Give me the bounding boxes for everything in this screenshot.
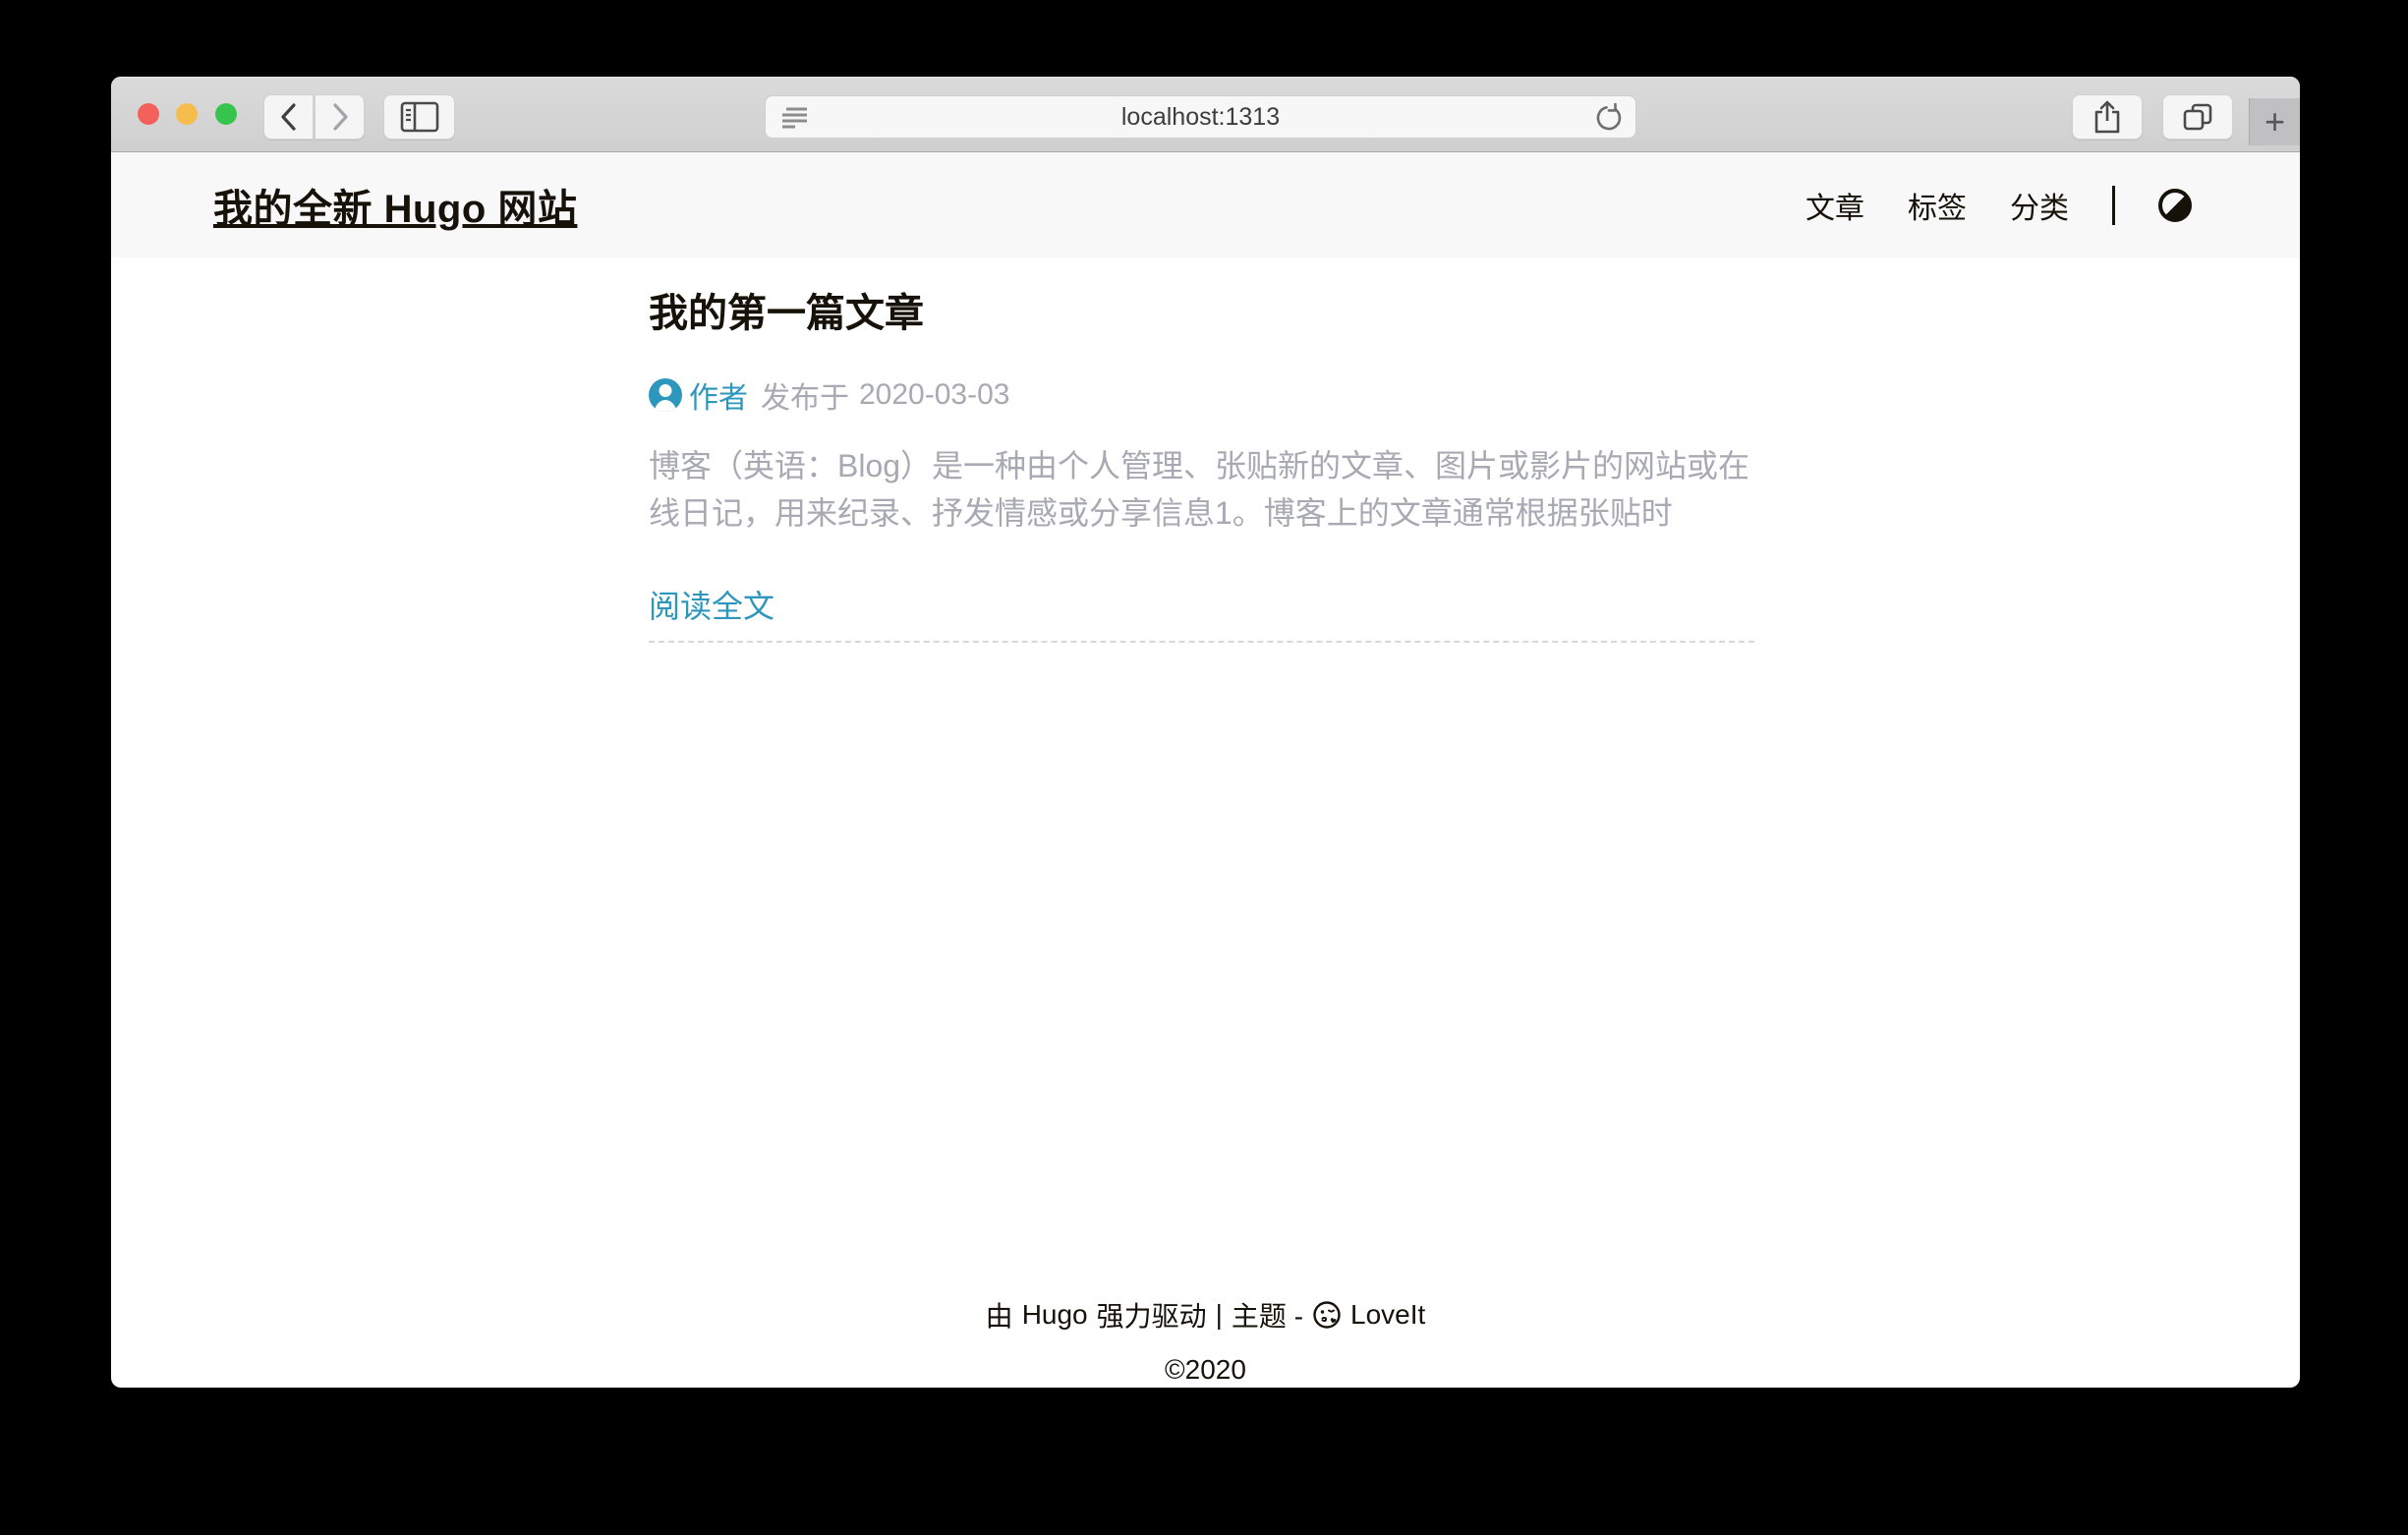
- minimize-window-button[interactable]: [176, 103, 198, 125]
- nav-item-posts[interactable]: 文章: [1806, 184, 1864, 227]
- share-icon: [2093, 99, 2122, 135]
- site-header: 我的全新 Hugo 网站 文章 标签 分类: [111, 152, 2300, 257]
- site-title-link[interactable]: 我的全新 Hugo 网站: [213, 177, 577, 234]
- post-summary: 我的第一篇文章 作者 发布于 2020-03-03 博客（英语：Blog）是一种…: [649, 291, 1754, 643]
- tabs-icon: [2181, 101, 2214, 133]
- powered-suffix: 强力驱动: [1097, 1295, 1207, 1335]
- new-tab-button[interactable]: +: [2249, 98, 2300, 145]
- forward-button[interactable]: [315, 94, 365, 140]
- copyright-line: ©2020: [111, 1354, 2300, 1386]
- zoom-window-button[interactable]: [215, 103, 237, 125]
- post-meta: 作者 发布于 2020-03-03: [649, 373, 1754, 417]
- kiss-face-icon: [1312, 1300, 1342, 1330]
- powered-prefix: 由: [986, 1295, 1013, 1335]
- chevron-right-icon: [329, 102, 351, 132]
- published-prefix: 发布于: [761, 373, 849, 417]
- publish-date: 2020-03-03: [859, 378, 1009, 412]
- back-button[interactable]: [263, 94, 314, 140]
- reader-icon[interactable]: [779, 104, 811, 132]
- theme-toggle-icon[interactable]: [2158, 189, 2192, 222]
- theme-label: 主题 -: [1232, 1295, 1303, 1335]
- footer-powered-line: 由 Hugo 强力驱动 | 主题 - LoveIt: [111, 1295, 2300, 1335]
- nav-item-tags[interactable]: 标签: [1908, 184, 1967, 227]
- url-text: localhost:1313: [1121, 103, 1280, 132]
- author-link[interactable]: 作者: [689, 373, 748, 417]
- plus-icon: +: [2265, 101, 2285, 142]
- hugo-link[interactable]: Hugo: [1022, 1299, 1088, 1331]
- site-footer: 由 Hugo 强力驱动 | 主题 - LoveIt ©2020: [111, 1295, 2300, 1386]
- user-circle-icon: [649, 378, 682, 412]
- browser-window: localhost:1313: [111, 77, 2300, 1388]
- post-title-link[interactable]: 我的第一篇文章: [649, 291, 1754, 336]
- sidebar-icon: [400, 101, 439, 133]
- chevron-left-icon: [278, 102, 300, 132]
- read-more-link[interactable]: 阅读全文: [649, 582, 774, 627]
- tab-overview-button[interactable]: [2162, 94, 2233, 140]
- browser-toolbar: localhost:1313: [111, 77, 2300, 152]
- post-divider: [649, 641, 1754, 643]
- address-bar[interactable]: localhost:1313: [765, 95, 1636, 139]
- nav-divider: [2112, 186, 2115, 225]
- theme-link[interactable]: LoveIt: [1350, 1299, 1425, 1331]
- main-nav: 文章 标签 分类: [1806, 184, 2192, 227]
- post-summary-text: 博客（英语：Blog）是一种由个人管理、张贴新的文章、图片或影片的网站或在线日记…: [649, 442, 1754, 537]
- nav-item-categories[interactable]: 分类: [2010, 184, 2069, 227]
- sidebar-button[interactable]: [383, 94, 455, 140]
- close-window-button[interactable]: [138, 103, 159, 125]
- footer-separator: |: [1216, 1299, 1223, 1331]
- share-button[interactable]: [2072, 94, 2143, 140]
- reload-button[interactable]: [1592, 101, 1626, 135]
